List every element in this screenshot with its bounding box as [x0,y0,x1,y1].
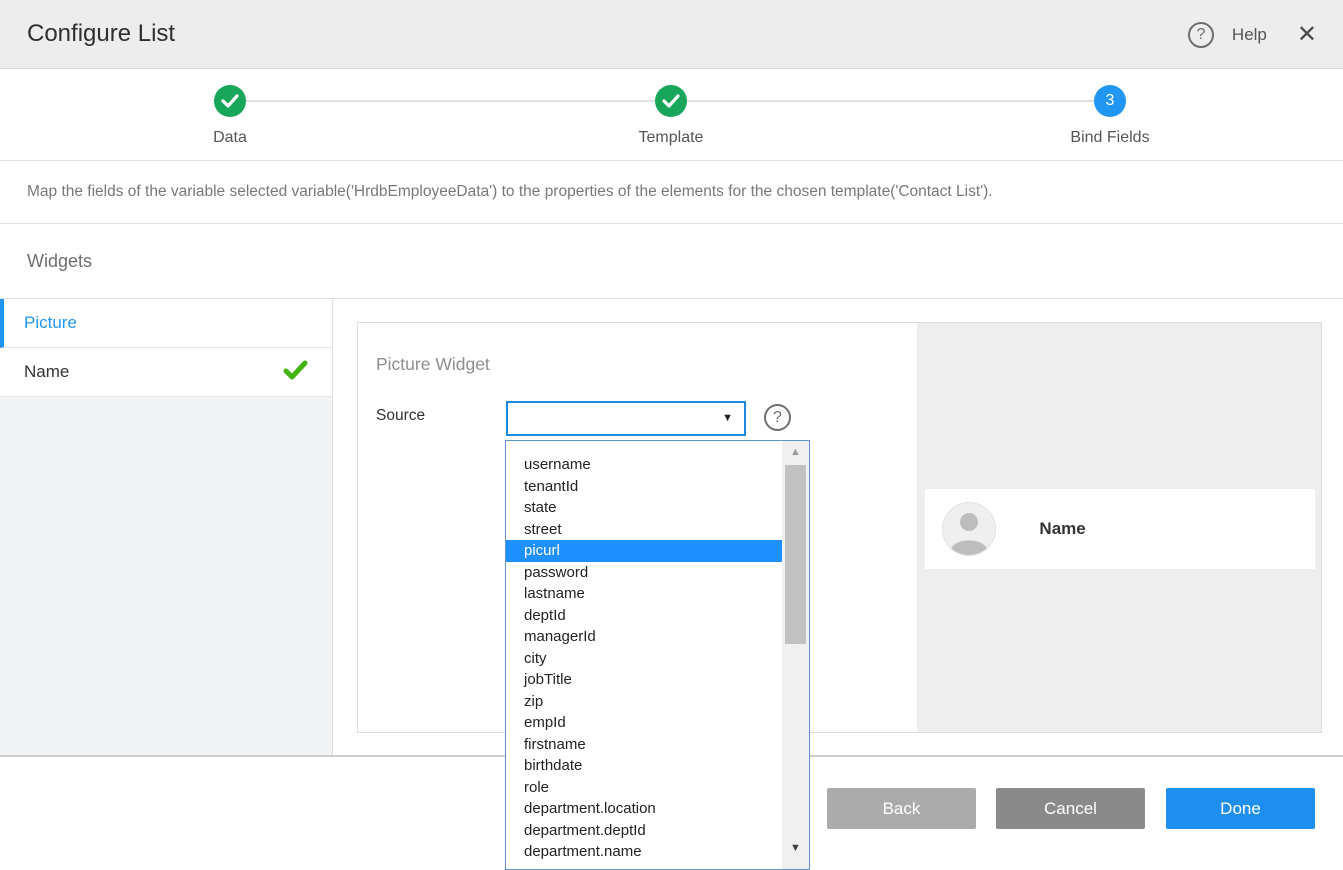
dropdown-option[interactable]: jobTitle [506,669,782,691]
dropdown-option[interactable]: tenantId [506,476,782,498]
mapped-check-icon [283,360,308,385]
check-icon [662,94,680,108]
preview-name-label: Name [1039,519,1085,539]
wizard-stepper: Data Template 3 Bind Fields [0,69,1343,161]
dropdown-option[interactable]: department.deptId [506,820,782,842]
dropdown-option[interactable]: username [506,454,782,476]
dropdown-option[interactable]: state [506,497,782,519]
chevron-down-icon: ▼ [722,412,733,424]
dialog-title: Configure List [27,20,175,48]
dropdown-option-selected[interactable]: picurl [506,540,782,562]
dropdown-option[interactable]: password [506,562,782,584]
dropdown-option[interactable]: birthdate [506,755,782,777]
dropdown-option[interactable]: city [506,648,782,670]
widgets-section-title: Widgets [27,251,92,272]
source-label: Source [376,407,425,425]
dropdown-options: username tenantId state street picurl pa… [506,441,782,863]
step-data-label: Data [160,129,300,147]
description-text: Map the fields of the variable selected … [27,183,993,201]
dropdown-option[interactable]: department.name [506,841,782,863]
widget-item-label: Picture [24,313,77,333]
scroll-up-icon[interactable]: ▲ [782,446,809,458]
done-button[interactable]: Done [1166,788,1315,829]
dropdown-option[interactable]: firstname [506,734,782,756]
widget-item-label: Name [24,362,69,382]
dropdown-option[interactable]: street [506,519,782,541]
dropdown-option[interactable]: lastname [506,583,782,605]
dropdown-option[interactable]: managerId [506,626,782,648]
source-help[interactable]: ? [764,404,791,431]
check-icon [221,94,239,108]
step-bind-fields-label: Bind Fields [1040,129,1180,147]
help-link[interactable]: Help [1232,25,1267,45]
source-dropdown-list: username tenantId state street picurl pa… [505,440,810,870]
step-template-label: Template [601,129,741,147]
widget-item-name[interactable]: Name [0,348,332,397]
back-button[interactable]: Back [827,788,976,829]
stepper-connector [246,100,655,102]
cancel-button[interactable]: Cancel [996,788,1145,829]
help-icon[interactable]: ? [1188,22,1214,48]
step-template-icon[interactable] [655,85,687,117]
widgets-header-row: Widgets [0,224,1343,299]
close-icon[interactable]: ✕ [1297,23,1317,47]
dropdown-option[interactable]: role [506,777,782,799]
scroll-down-icon[interactable]: ▼ [782,842,809,854]
step-bind-fields-icon[interactable]: 3 [1094,85,1126,117]
scrollbar-thumb[interactable] [785,465,806,644]
dropdown-scrollbar[interactable]: ▲ ▼ [782,441,809,869]
contact-list-preview-card: Name [925,489,1315,569]
dropdown-option[interactable]: deptId [506,605,782,627]
avatar-placeholder-icon [942,502,996,556]
template-preview: Name [917,323,1321,732]
dropdown-option[interactable]: zip [506,691,782,713]
widget-editor-panel: Picture Widget Source ▼ ? Name [357,322,1322,733]
panel-title: Picture Widget [376,354,490,375]
header-actions: ? Help ✕ [1188,0,1317,69]
stepper-connector [687,100,1094,102]
dropdown-option[interactable]: department.location [506,798,782,820]
step-data-icon[interactable] [214,85,246,117]
description-row: Map the fields of the variable selected … [0,161,1343,224]
dropdown-option[interactable]: empId [506,712,782,734]
help-icon[interactable]: ? [764,404,791,431]
source-select[interactable]: ▼ [506,401,746,436]
widget-item-picture[interactable]: Picture [0,299,332,348]
dialog-header: Configure List ? Help ✕ [0,0,1343,69]
widgets-list: Picture Name [0,299,333,755]
